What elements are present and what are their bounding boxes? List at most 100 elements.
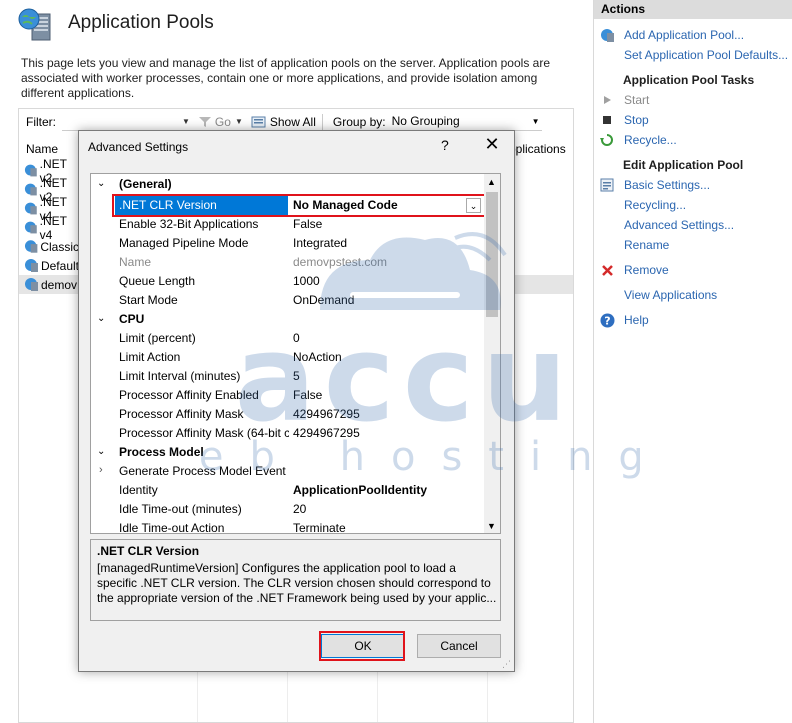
help-link[interactable]: ? Help <box>594 311 792 329</box>
property-row[interactable]: Name demovpstest.com <box>91 253 485 272</box>
category-general[interactable]: ⌄ (General) <box>91 175 485 194</box>
property-row[interactable]: Start Mode OnDemand <box>91 291 485 310</box>
help-label: Help <box>624 313 649 327</box>
edit-pool-heading: Edit Application Pool <box>623 158 744 172</box>
property-label: Managed Pipeline Mode <box>119 236 249 250</box>
set-defaults-link[interactable]: Set Application Pool Defaults... <box>594 46 792 64</box>
category-cpu[interactable]: ⌄ CPU <box>91 310 485 329</box>
recycling-label: Recycling... <box>624 198 687 212</box>
table-row[interactable]: .NET v4 <box>19 214 79 242</box>
start-link[interactable]: Start <box>594 91 792 109</box>
remove-x-icon <box>599 262 615 278</box>
property-value[interactable]: 4294967295 <box>293 407 473 421</box>
property-value[interactable]: False <box>293 388 473 402</box>
group-by-select[interactable]: No Grouping ▼ <box>391 113 542 131</box>
filter-input[interactable] <box>62 112 178 131</box>
category-label: CPU <box>119 312 145 326</box>
property-row[interactable]: › Generate Process Model Event L <box>91 462 485 481</box>
group-by-value: No Grouping <box>391 114 460 128</box>
stop-link[interactable]: Stop <box>594 111 792 129</box>
property-grid: ⌄ (General) .NET CLR Version No Managed … <box>90 173 501 534</box>
go-button[interactable]: Go <box>198 115 231 129</box>
property-value[interactable]: 0 <box>293 331 473 345</box>
remove-link[interactable]: Remove <box>594 261 792 279</box>
rename-link[interactable]: Rename <box>594 236 792 254</box>
show-all-button[interactable]: Show All <box>251 115 316 129</box>
app-pool-icon <box>24 221 37 234</box>
resize-grip-icon[interactable]: ⋰ <box>502 659 512 669</box>
property-label: Enable 32-Bit Applications <box>119 217 259 231</box>
recycle-icon <box>599 132 615 148</box>
toolbar-divider <box>321 113 323 130</box>
category-label: Process Model <box>119 445 204 459</box>
property-description-box: .NET CLR Version [managedRuntimeVersion]… <box>90 539 501 621</box>
start-label: Start <box>624 93 650 107</box>
collapse-icon[interactable]: ⌄ <box>97 446 105 457</box>
cancel-button[interactable]: Cancel <box>417 634 501 658</box>
property-label: Processor Affinity Mask <box>119 407 244 421</box>
dialog-help-button[interactable]: ? <box>441 137 449 153</box>
category-process-model[interactable]: ⌄ Process Model <box>91 443 485 462</box>
property-row[interactable]: Idle Time-out Action Terminate <box>91 519 485 533</box>
basic-settings-link[interactable]: Basic Settings... <box>594 176 792 194</box>
property-row[interactable]: Queue Length 1000 <box>91 272 485 291</box>
property-value[interactable]: NoAction <box>293 350 473 364</box>
scroll-down-icon[interactable]: ▼ <box>487 521 496 531</box>
vertical-scrollbar[interactable]: ▲ ▼ <box>484 174 500 533</box>
advanced-settings-dialog: Advanced Settings ? ✕ ⌄ (General) .NET C… <box>78 130 515 672</box>
property-row[interactable]: Managed Pipeline Mode Integrated <box>91 234 485 253</box>
app-pool-icon <box>24 164 37 177</box>
table-row[interactable]: Default <box>19 256 79 275</box>
property-value[interactable]: Terminate <box>293 521 473 533</box>
add-pool-icon <box>599 27 615 43</box>
app-pool-icon <box>24 183 37 196</box>
set-defaults-label: Set Application Pool Defaults... <box>624 48 789 62</box>
property-value[interactable]: 1000 <box>293 274 473 288</box>
advanced-settings-link[interactable]: Advanced Settings... <box>594 216 792 234</box>
clr-highlight-annotation <box>112 194 487 217</box>
property-label: Start Mode <box>119 293 178 307</box>
property-value[interactable]: ApplicationPoolIdentity <box>293 483 473 497</box>
property-row[interactable]: Idle Time-out (minutes) 20 <box>91 500 485 519</box>
show-all-label: Show All <box>269 114 316 129</box>
scroll-up-icon[interactable]: ▲ <box>487 177 496 187</box>
collapse-icon[interactable]: ⌄ <box>97 313 105 324</box>
add-application-pool-link[interactable]: Add Application Pool... <box>594 26 792 44</box>
play-icon <box>599 92 615 108</box>
property-row[interactable]: Identity ApplicationPoolIdentity <box>91 481 485 500</box>
collapse-icon[interactable]: ⌄ <box>97 178 105 189</box>
column-header-name[interactable]: Name <box>26 142 58 156</box>
property-value[interactable]: 5 <box>293 369 473 383</box>
chevron-down-icon: ▼ <box>531 116 540 126</box>
property-label: Idle Time-out (minutes) <box>119 502 242 516</box>
property-row[interactable]: Limit (percent) 0 <box>91 329 485 348</box>
column-header-applications[interactable]: pplications <box>509 142 566 156</box>
app-pool-icon <box>24 240 38 253</box>
property-row[interactable]: Processor Affinity Enabled False <box>91 386 485 405</box>
close-icon[interactable]: ✕ <box>483 134 501 155</box>
recycle-link[interactable]: Recycle... <box>594 131 792 149</box>
property-row[interactable]: Limit Action NoAction <box>91 348 485 367</box>
recycling-link[interactable]: Recycling... <box>594 196 792 214</box>
scrollbar-thumb[interactable] <box>486 192 498 317</box>
property-label: Processor Affinity Mask (64-bit c <box>119 426 289 440</box>
property-value[interactable]: OnDemand <box>293 293 473 307</box>
property-value[interactable]: 20 <box>293 502 473 516</box>
filter-dropdown-icon[interactable]: ▼ <box>182 117 190 126</box>
property-row[interactable]: Limit Interval (minutes) 5 <box>91 367 485 386</box>
property-value[interactable]: 4294967295 <box>293 426 473 440</box>
go-label: Go <box>214 114 231 129</box>
table-row[interactable]: Classic <box>19 237 79 256</box>
spacer-icon <box>599 287 615 303</box>
filter-label: Filter: <box>26 114 56 129</box>
chevron-right-icon[interactable]: › <box>99 464 103 476</box>
property-label: Limit Action <box>119 350 181 364</box>
property-value[interactable]: False <box>293 217 473 231</box>
property-row[interactable]: Processor Affinity Mask (64-bit c 429496… <box>91 424 485 443</box>
spacer-icon <box>599 237 615 253</box>
property-row[interactable]: Processor Affinity Mask 4294967295 <box>91 405 485 424</box>
go-dropdown-icon[interactable]: ▼ <box>235 117 243 126</box>
property-value[interactable]: Integrated <box>293 236 473 250</box>
property-row[interactable]: Enable 32-Bit Applications False <box>91 215 485 234</box>
view-applications-link[interactable]: View Applications <box>594 286 792 304</box>
